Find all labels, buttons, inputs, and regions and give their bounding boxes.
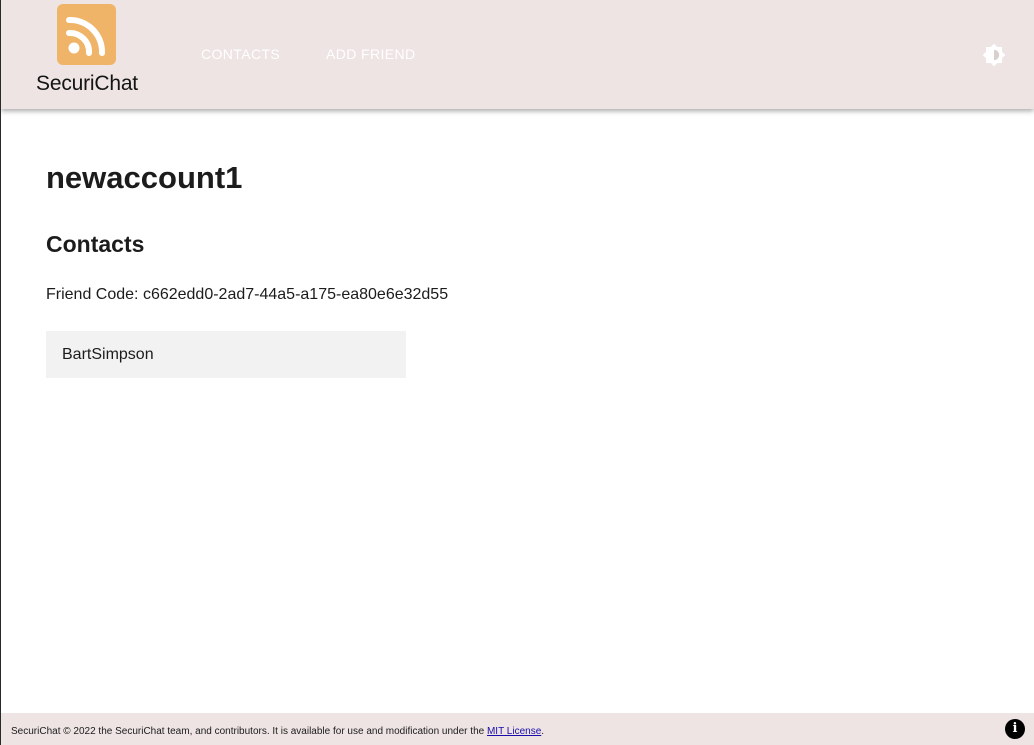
footer-text-suffix: . (541, 726, 545, 737)
brightness-icon[interactable] (982, 43, 1006, 67)
footer-text: SecuriChat © 2022 the SecuriChat team, a… (11, 726, 544, 737)
rss-icon (57, 4, 116, 65)
info-icon[interactable]: i (1005, 719, 1025, 739)
app-window: SecuriChat CONTACTS ADD FRIEND newaccoun… (0, 0, 1034, 745)
top-app-bar: SecuriChat CONTACTS ADD FRIEND (1, 0, 1034, 109)
friend-code-value: c662edd0-2ad7-44a5-a175-ea80e6e32d55 (142, 286, 449, 303)
main-content: newaccount1 Contacts Friend Code: c662ed… (46, 160, 946, 378)
brand-name: SecuriChat (36, 72, 138, 95)
contacts-heading: Contacts (46, 231, 145, 257)
brand[interactable]: SecuriChat (31, 4, 143, 100)
mit-license-link[interactable]: MIT License (487, 726, 541, 737)
footer-text-prefix: SecuriChat © 2022 the SecuriChat team, a… (11, 726, 487, 737)
footer: SecuriChat © 2022 the SecuriChat team, a… (1, 713, 1034, 745)
nav-add-friend[interactable]: ADD FRIEND (326, 0, 416, 109)
contact-item[interactable]: BartSimpson (46, 331, 406, 378)
contact-name: BartSimpson (62, 346, 154, 363)
friend-code-label: Friend Code: (46, 286, 143, 303)
nav-contacts[interactable]: CONTACTS (201, 0, 280, 109)
username-heading: newaccount1 (46, 160, 243, 195)
friend-code: Friend Code: c662edd0-2ad7-44a5-a175-ea8… (46, 286, 448, 304)
